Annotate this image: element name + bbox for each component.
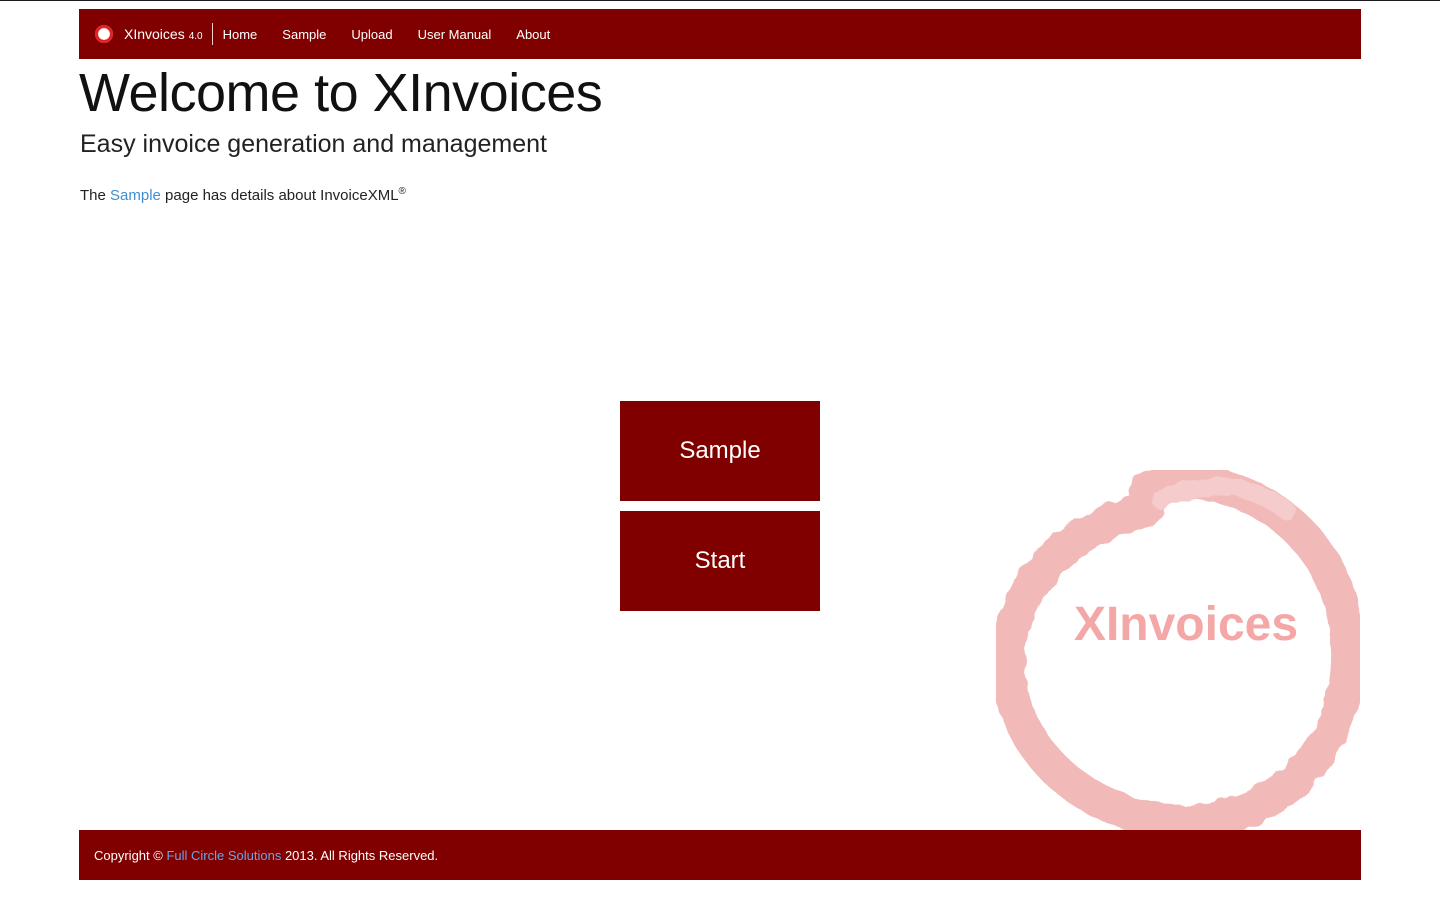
page-title: Welcome to XInvoices xyxy=(79,63,603,123)
intro-suffix: page has details about InvoiceXML xyxy=(160,187,399,204)
page-subtitle: Easy invoice generation and management xyxy=(80,130,547,158)
nav-about[interactable]: About xyxy=(516,27,550,42)
brand-name: XInvoices xyxy=(124,26,185,42)
sample-tile-button[interactable]: Sample xyxy=(620,401,820,501)
nav-home[interactable]: Home xyxy=(223,27,258,42)
top-border xyxy=(0,0,1440,1)
footer: Copyright © Full Circle Solutions 2013. … xyxy=(79,830,1361,880)
brand[interactable]: XInvoices 4.0 xyxy=(79,9,203,59)
footer-prefix: Copyright © xyxy=(94,847,167,863)
start-tile-button[interactable]: Start xyxy=(620,511,820,611)
intro-prefix: The xyxy=(80,187,111,204)
xinvoices-logo-icon xyxy=(94,24,114,44)
nav-user-manual[interactable]: User Manual xyxy=(418,27,492,42)
nav-sample[interactable]: Sample xyxy=(282,27,326,42)
top-navbar: XInvoices 4.0 Home Sample Upload User Ma… xyxy=(79,9,1361,59)
intro-text: The Sample page has details about Invoic… xyxy=(80,186,406,204)
brand-version: 4.0 xyxy=(188,30,203,42)
intro-sample-link[interactable]: Sample xyxy=(110,187,161,204)
xinvoices-watermark-logo: XInvoices xyxy=(996,470,1360,832)
registered-mark: ® xyxy=(398,186,406,197)
watermark-text: XInvoices xyxy=(1074,598,1298,651)
nav-upload[interactable]: Upload xyxy=(351,27,392,42)
footer-suffix: 2013. All Rights Reserved. xyxy=(281,847,439,863)
footer-company-link[interactable]: Full Circle Solutions xyxy=(166,848,281,863)
brand-divider xyxy=(211,23,213,45)
